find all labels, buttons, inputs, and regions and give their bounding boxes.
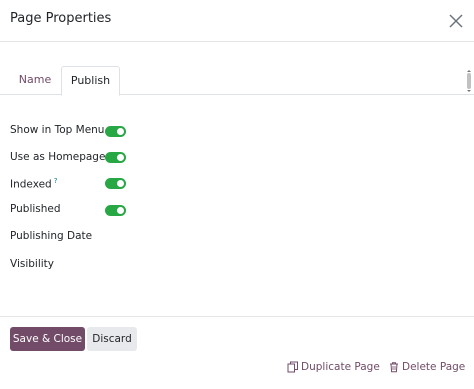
published-toggle[interactable] [105, 205, 126, 216]
help-icon[interactable]: ? [54, 177, 58, 185]
tab-name[interactable]: Name [10, 66, 60, 95]
indexed-label: Indexed? [10, 177, 57, 191]
delete-page-link[interactable]: Delete Page [388, 360, 465, 374]
use-as-homepage-toggle[interactable] [105, 152, 126, 163]
visibility-label: Visibility [10, 258, 55, 270]
show-in-top-menu-toggle[interactable] [105, 126, 126, 137]
close-icon[interactable] [446, 11, 466, 31]
toggle-knob [117, 128, 124, 135]
use-as-homepage-label: Use as Homepage [10, 151, 106, 163]
published-label: Published [10, 203, 61, 215]
scroll-up-icon[interactable] [467, 70, 471, 72]
scrollbar[interactable] [466, 70, 472, 92]
toggle-knob [117, 180, 124, 187]
trash-icon [390, 362, 398, 373]
delete-page-label: Delete Page [402, 361, 466, 373]
save-close-button[interactable]: Save & Close [10, 327, 85, 351]
indexed-toggle[interactable] [105, 178, 126, 189]
duplicate-page-label: Duplicate Page [301, 361, 380, 373]
scrollbar-thumb[interactable] [467, 73, 471, 89]
scroll-down-icon[interactable] [467, 90, 471, 92]
dialog-header: Page Properties [0, 0, 474, 42]
duplicate-page-link[interactable]: Duplicate Page [287, 360, 380, 374]
tab-bar: Name Publish [0, 66, 474, 96]
discard-button[interactable]: Discard [87, 327, 137, 351]
publishing-date-label: Publishing Date [10, 230, 93, 242]
show-in-top-menu-label: Show in Top Menu [10, 124, 105, 136]
dialog-title: Page Properties [10, 11, 112, 26]
toggle-knob [117, 207, 124, 214]
footer-divider [0, 316, 474, 317]
tab-publish[interactable]: Publish [61, 66, 120, 96]
indexed-label-text: Indexed [10, 178, 52, 191]
toggle-knob [117, 154, 124, 161]
copy-icon [287, 361, 298, 373]
